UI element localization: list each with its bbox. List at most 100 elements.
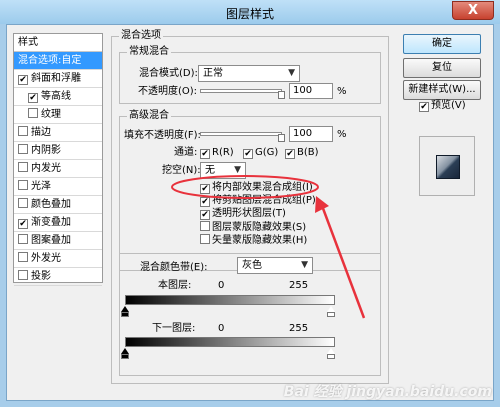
underlying-layer-label: 下一图层:	[152, 323, 196, 334]
opacity-input[interactable]: 100	[289, 83, 333, 99]
style-item-checkbox[interactable]	[18, 126, 28, 136]
advanced-option-checkbox[interactable]: ✔ 将剪贴图层混合成组(P)	[200, 195, 316, 207]
style-item-checkbox[interactable]: ✔	[18, 219, 28, 229]
underlying-layer-gradient[interactable]	[125, 337, 335, 347]
preview-checkbox[interactable]: ✔ 预览(V)	[419, 100, 466, 112]
fill-opacity-input[interactable]: 100	[289, 126, 333, 142]
style-item-label: 内阴影	[31, 145, 61, 156]
style-item-checkbox[interactable]	[18, 180, 28, 190]
advanced-option-label: 将内部效果混合成组(I)	[212, 182, 313, 193]
style-list-item[interactable]: ✔ 斜面和浮雕	[14, 70, 102, 88]
style-item-checkbox[interactable]	[18, 270, 28, 280]
preview-box[interactable]: ✔	[419, 102, 429, 112]
channel-b-checkbox[interactable]: ✔ B(B)	[285, 147, 319, 159]
new-style-button[interactable]: 新建样式(W)...	[403, 80, 481, 100]
blend-mode-label: 混合模式(D):	[139, 68, 198, 79]
underlying-layer-min: 0	[218, 323, 225, 334]
fill-opacity-slider[interactable]	[200, 132, 282, 136]
style-list-item[interactable]: 光泽	[14, 178, 102, 196]
blend-if-select[interactable]: 灰色 ▼	[237, 257, 313, 274]
advanced-option-box[interactable]	[200, 234, 210, 244]
channel-g-box[interactable]: ✔	[243, 149, 253, 159]
close-button[interactable]: X	[452, 1, 494, 20]
style-list-item[interactable]: 纹理	[14, 106, 102, 124]
underlying-white-stop-base[interactable]	[327, 354, 335, 359]
this-layer-max: 255	[289, 280, 309, 291]
this-layer-white-stop-base[interactable]	[327, 312, 335, 317]
reset-button[interactable]: 复位	[403, 58, 481, 78]
general-blend-title: 常规混合	[127, 46, 171, 58]
opacity-slider-thumb[interactable]	[278, 91, 285, 99]
blend-mode-select[interactable]: 正常 ▼	[198, 65, 300, 82]
style-list-item[interactable]: 混合选项:自定	[14, 52, 102, 70]
window-title: 图层样式	[225, 7, 274, 21]
style-item-label: 混合选项:自定	[18, 55, 82, 66]
style-list-item[interactable]: ✔ 渐变叠加	[14, 214, 102, 232]
style-list: 样式 混合选项:自定 ✔ 斜面和浮雕 ✔ 等高线 纹理 描边 内阴影 内发光 光泽 颜色叠加 ✔ 渐变叠…	[13, 33, 103, 286]
channel-g-checkbox[interactable]: ✔ G(G)	[243, 147, 278, 159]
chevron-down-icon: ▼	[288, 68, 295, 78]
this-layer-black-stop-base[interactable]	[121, 312, 129, 317]
style-item-checkbox[interactable]	[28, 108, 38, 118]
opacity-unit: %	[337, 86, 347, 97]
watermark: Bai 经验 jingyan.baidu.com	[283, 384, 492, 400]
style-item-label: 斜面和浮雕	[31, 73, 81, 84]
style-list-item[interactable]: 颜色叠加	[14, 196, 102, 214]
ok-button[interactable]: 确定	[403, 34, 481, 54]
blend-options-title: 混合选项	[119, 30, 163, 42]
style-list-item[interactable]: 外发光	[14, 250, 102, 268]
advanced-option-label: 将剪贴图层混合成组(P)	[212, 195, 316, 206]
title-bar: 图层样式 X	[0, 0, 500, 24]
advanced-option-checkbox[interactable]: ✔ 透明形状图层(T)	[200, 208, 286, 220]
fill-opacity-slider-thumb[interactable]	[278, 134, 285, 142]
style-list-item[interactable]: 描边	[14, 124, 102, 142]
style-list-header[interactable]: 样式	[14, 34, 102, 52]
this-layer-gradient[interactable]	[125, 295, 335, 305]
advanced-option-checkbox[interactable]: ✔ 将内部效果混合成组(I)	[200, 182, 313, 194]
channel-b-box[interactable]: ✔	[285, 149, 295, 159]
style-item-label: 外发光	[31, 253, 61, 264]
knockout-select[interactable]: 无 ▼	[200, 162, 246, 179]
channel-r-checkbox[interactable]: ✔ R(R)	[200, 147, 234, 159]
advanced-option-checkbox[interactable]: 图层蒙版隐藏效果(S)	[200, 221, 306, 234]
underlying-black-stop-base[interactable]	[121, 354, 129, 359]
style-item-label: 图案叠加	[31, 235, 71, 246]
channel-g-label: G(G)	[255, 147, 279, 158]
dialog-body: 样式 混合选项:自定 ✔ 斜面和浮雕 ✔ 等高线 纹理 描边 内阴影 内发光 光泽 颜色叠加 ✔ 渐变叠…	[6, 24, 494, 401]
style-list-item[interactable]: 内发光	[14, 160, 102, 178]
advanced-option-label: 矢量蒙版隐藏效果(H)	[212, 235, 308, 246]
style-item-checkbox[interactable]	[18, 144, 28, 154]
style-list-item[interactable]: 图案叠加	[14, 232, 102, 250]
advanced-option-checkbox[interactable]: 矢量蒙版隐藏效果(H)	[200, 234, 307, 247]
channel-r-label: R(R)	[212, 147, 234, 158]
style-list-item[interactable]: 内阴影	[14, 142, 102, 160]
preview-label: 预览(V)	[431, 100, 466, 111]
style-item-label: 内发光	[31, 163, 61, 174]
advanced-option-label: 图层蒙版隐藏效果(S)	[212, 222, 307, 233]
style-list-item[interactable]: 投影	[14, 268, 102, 286]
fill-opacity-label: 填充不透明度(F):	[124, 130, 201, 141]
channel-r-box[interactable]: ✔	[200, 149, 210, 159]
opacity-slider[interactable]	[200, 89, 282, 93]
advanced-blend-title: 高级混合	[127, 110, 171, 122]
preview-swatch	[436, 155, 460, 179]
style-preview	[419, 136, 475, 196]
advanced-option-box[interactable]: ✔	[200, 210, 210, 220]
style-item-label: 等高线	[41, 91, 71, 102]
style-item-checkbox[interactable]	[18, 252, 28, 262]
advanced-option-label: 透明形状图层(T)	[212, 208, 286, 219]
advanced-option-box[interactable]: ✔	[200, 184, 210, 194]
style-item-checkbox[interactable]	[18, 162, 28, 172]
blend-mode-value: 正常	[203, 68, 223, 79]
advanced-option-box[interactable]	[200, 221, 210, 231]
style-item-label: 渐变叠加	[31, 217, 71, 228]
this-layer-min: 0	[218, 280, 225, 291]
style-list-item[interactable]: ✔ 等高线	[14, 88, 102, 106]
advanced-option-box[interactable]: ✔	[200, 197, 210, 207]
style-item-checkbox[interactable]	[18, 198, 28, 208]
style-item-label: 光泽	[31, 181, 51, 192]
style-item-checkbox[interactable]: ✔	[28, 93, 38, 103]
channel-b-label: B(B)	[297, 147, 319, 158]
style-item-checkbox[interactable]	[18, 234, 28, 244]
style-item-checkbox[interactable]: ✔	[18, 75, 28, 85]
